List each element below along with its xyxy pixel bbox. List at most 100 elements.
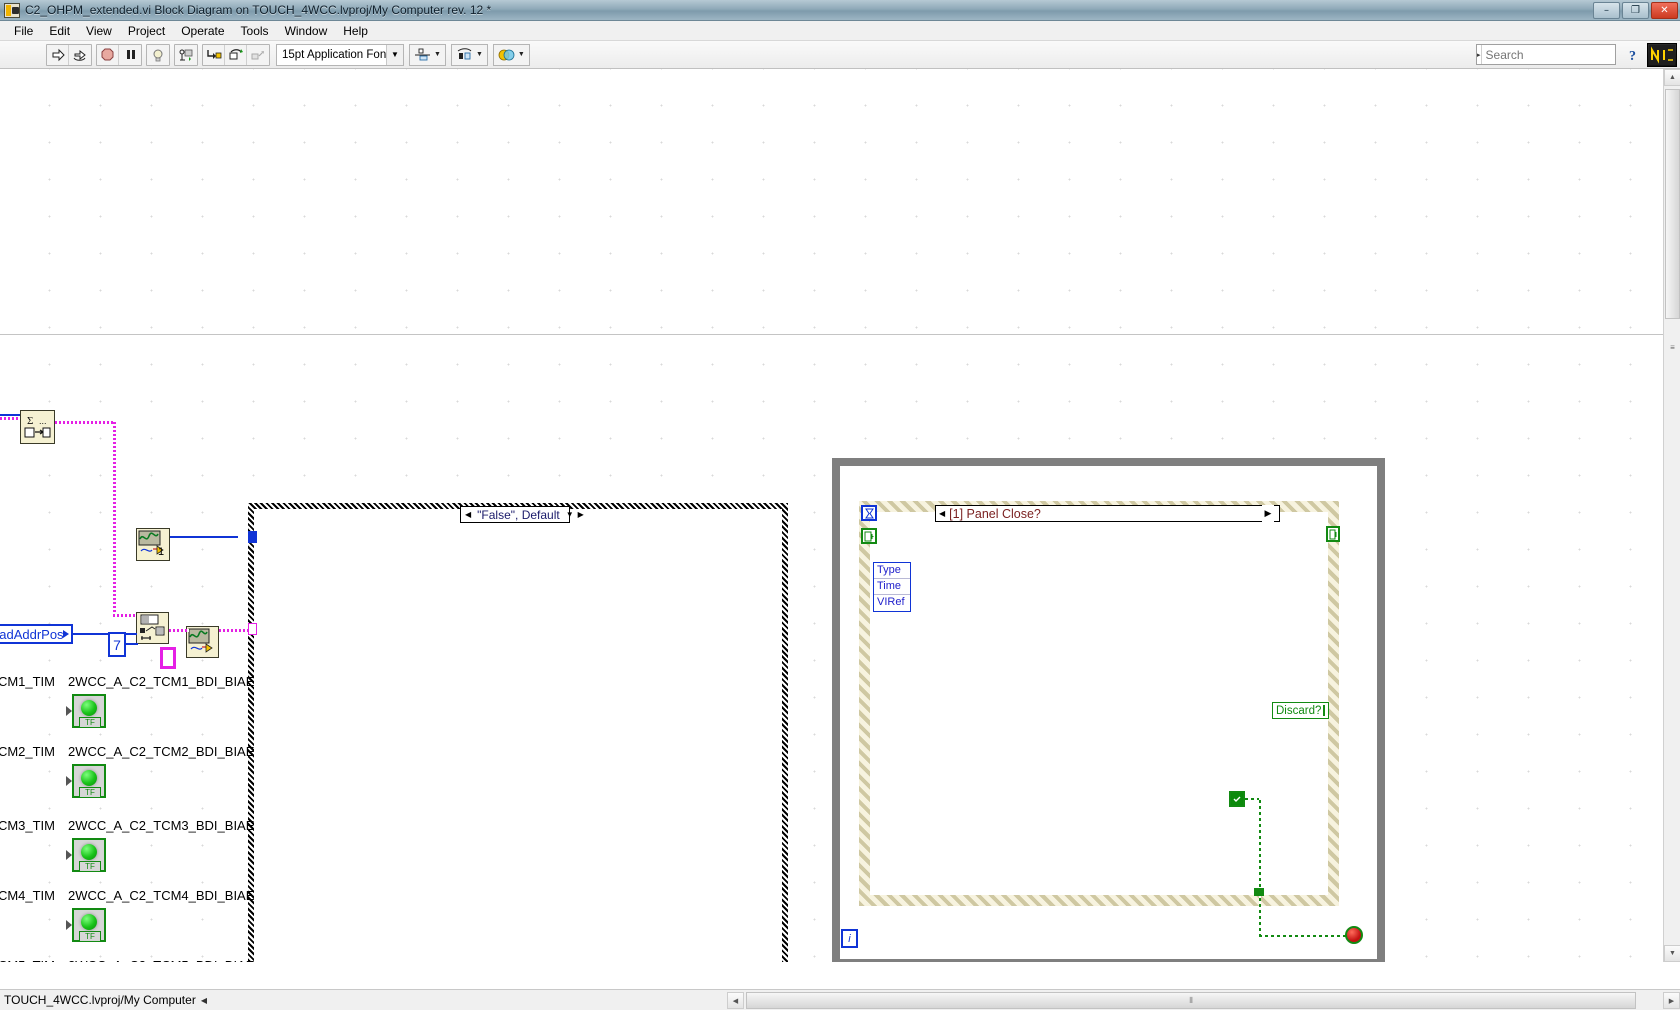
scroll-grip-icon[interactable]: ≡ xyxy=(1665,339,1680,355)
boolean-indicator-tcm3[interactable]: TF xyxy=(66,838,106,872)
event-prev-arrow-icon[interactable]: ◀ xyxy=(939,509,949,518)
subvi-waveform-node-1[interactable] xyxy=(136,528,170,561)
boolean-indicator-tcm2[interactable]: TF xyxy=(66,764,106,798)
run-button[interactable] xyxy=(47,44,69,65)
horizontal-scrollbar[interactable]: ◀ ⫴ ▶ xyxy=(727,989,1680,1010)
event-structure[interactable] xyxy=(859,501,1339,906)
wire-blue-inlet-top xyxy=(0,414,20,416)
event-struct-tunnel-green[interactable] xyxy=(1254,888,1264,896)
event-right-terminal[interactable] xyxy=(1326,526,1340,542)
search-input[interactable] xyxy=(1481,46,1643,63)
question-mark-icon: ? xyxy=(1629,49,1636,64)
case-prev-arrow-icon[interactable]: ◀ xyxy=(463,510,473,519)
hscroll-right-button[interactable]: ▶ xyxy=(1663,992,1680,1009)
event-data-terminal[interactable] xyxy=(861,528,877,544)
terminal-input-arrow-icon xyxy=(66,850,72,860)
scroll-up-button[interactable]: ▲ xyxy=(1664,69,1680,86)
menu-view[interactable]: View xyxy=(78,22,120,40)
case-dropdown-icon[interactable]: ▼ xyxy=(564,510,576,519)
terminal-label-tcm4-tim: TCM4_TIM xyxy=(0,888,55,903)
vertical-scroll-thumb[interactable] xyxy=(1665,89,1680,319)
event-next-arrow-icon[interactable]: ▶ xyxy=(1262,505,1274,522)
step-into-button[interactable] xyxy=(203,44,225,65)
context-help-button[interactable]: ? xyxy=(1622,44,1644,66)
close-button[interactable]: ✕ xyxy=(1651,2,1678,19)
wire-blue-readaddrpos xyxy=(73,633,137,635)
menu-window[interactable]: Window xyxy=(277,22,336,40)
terminal-label-tcm5-tim: TCM5_TIM xyxy=(0,958,55,962)
status-collapse-icon[interactable]: ◀ xyxy=(196,996,207,1005)
tf-label: TF xyxy=(79,931,101,941)
event-data-node[interactable]: Type Time VIRef xyxy=(873,562,911,612)
reorder-objects-button[interactable]: ▼ xyxy=(492,43,530,66)
step-over-button[interactable] xyxy=(225,44,247,65)
maximize-icon: ❐ xyxy=(1631,4,1640,16)
vertical-scrollbar[interactable]: ▲ ≡ ▼ xyxy=(1663,69,1680,962)
align-objects-button[interactable]: ▼ xyxy=(409,43,446,66)
svg-text:Σ: Σ xyxy=(27,415,33,427)
scroll-down-button[interactable]: ▼ xyxy=(1664,945,1680,962)
terminal-label-tcm3-tim: TCM3_TIM xyxy=(0,818,55,833)
loop-iteration-terminal[interactable]: i xyxy=(841,929,858,948)
menu-operate[interactable]: Operate xyxy=(173,22,232,40)
case-selector-value: "False", Default xyxy=(477,507,560,522)
font-selector[interactable]: 15pt Application Font ▼ xyxy=(276,43,404,66)
discard-terminal[interactable]: Discard? xyxy=(1272,702,1329,719)
distribute-objects-button[interactable]: ▼ xyxy=(450,43,488,66)
hscroll-left-button[interactable]: ◀ xyxy=(727,992,744,1009)
search-box[interactable]: ▸ xyxy=(1476,44,1643,65)
control-terminal-readaddrpos[interactable]: eadAddrPos xyxy=(0,624,73,644)
case-tunnel-top[interactable] xyxy=(248,531,257,543)
menu-edit[interactable]: Edit xyxy=(41,22,78,40)
stop-octagon-icon xyxy=(101,48,114,61)
discard-value-box xyxy=(1323,705,1325,716)
lightbulb-icon xyxy=(153,49,163,61)
subvi-search-node[interactable] xyxy=(136,612,169,644)
diagram-surface[interactable]: Σ ... 1 adAddrPos 7 ◀ "False", Default ▼… xyxy=(0,69,1663,962)
highlight-execution-button[interactable] xyxy=(147,45,169,65)
discard-label: Discard? xyxy=(1276,704,1322,717)
pink-cluster-constant[interactable] xyxy=(160,647,176,669)
event-data-viref: VIRef xyxy=(877,596,905,608)
block-diagram-canvas[interactable]: Σ ... 1 adAddrPos 7 ◀ "False", Default ▼… xyxy=(0,69,1680,979)
event-node-icon xyxy=(864,531,873,541)
svg-text:...: ... xyxy=(39,416,47,426)
retain-wire-values-button[interactable] xyxy=(175,45,197,65)
subvi-array-index[interactable]: Σ ... xyxy=(20,410,55,444)
event-timeout-terminal[interactable] xyxy=(861,505,877,521)
menu-project[interactable]: Project xyxy=(120,22,173,40)
step-out-button[interactable] xyxy=(247,45,269,65)
align-dropdown-icon[interactable]: ▼ xyxy=(433,51,443,58)
reorder-dropdown-icon[interactable]: ▼ xyxy=(517,51,527,58)
menu-file[interactable]: File xyxy=(6,22,41,40)
distribute-dropdown-icon[interactable]: ▼ xyxy=(475,51,485,58)
subvi-waveform-node-2[interactable] xyxy=(186,626,219,658)
minimize-icon: – xyxy=(1604,4,1609,16)
wire-pink-inlet-top xyxy=(0,417,20,420)
status-path-text: TOUCH_4WCC.lvproj/My Computer xyxy=(4,993,196,1007)
menu-tools[interactable]: Tools xyxy=(233,22,277,40)
run-continuously-button[interactable] xyxy=(69,45,91,65)
stop-terminal[interactable] xyxy=(1345,926,1363,944)
menu-help[interactable]: Help xyxy=(335,22,376,40)
boolean-indicator-tcm1[interactable]: TF xyxy=(66,694,106,728)
case-tunnel-bottom[interactable] xyxy=(248,623,257,635)
run-continuous-icon xyxy=(73,49,86,61)
boolean-true-constant[interactable] xyxy=(1229,791,1245,807)
maximize-button[interactable]: ❐ xyxy=(1622,2,1649,19)
case-structure[interactable] xyxy=(248,503,788,962)
font-dropdown-icon[interactable]: ▼ xyxy=(386,44,403,65)
event-structure-selector[interactable]: ◀ [1] Panel Close? ▼ xyxy=(935,505,1280,522)
case-structure-selector[interactable]: ◀ "False", Default ▼ ▶ xyxy=(460,506,584,523)
minimize-button[interactable]: – xyxy=(1593,2,1620,19)
pause-button[interactable] xyxy=(119,45,141,65)
numeric-constant-7[interactable]: 7 xyxy=(108,632,126,657)
abort-execution-button[interactable] xyxy=(97,44,119,65)
terminal-input-arrow-icon xyxy=(66,706,72,716)
boolean-indicator-tcm4[interactable]: TF xyxy=(66,908,106,942)
svg-text:?: ? xyxy=(1629,49,1636,64)
horizontal-scroll-thumb[interactable]: ⫴ xyxy=(746,992,1636,1009)
align-icon xyxy=(412,45,433,64)
hourglass-icon xyxy=(864,508,874,518)
case-next-arrow-icon[interactable]: ▶ xyxy=(576,510,586,519)
